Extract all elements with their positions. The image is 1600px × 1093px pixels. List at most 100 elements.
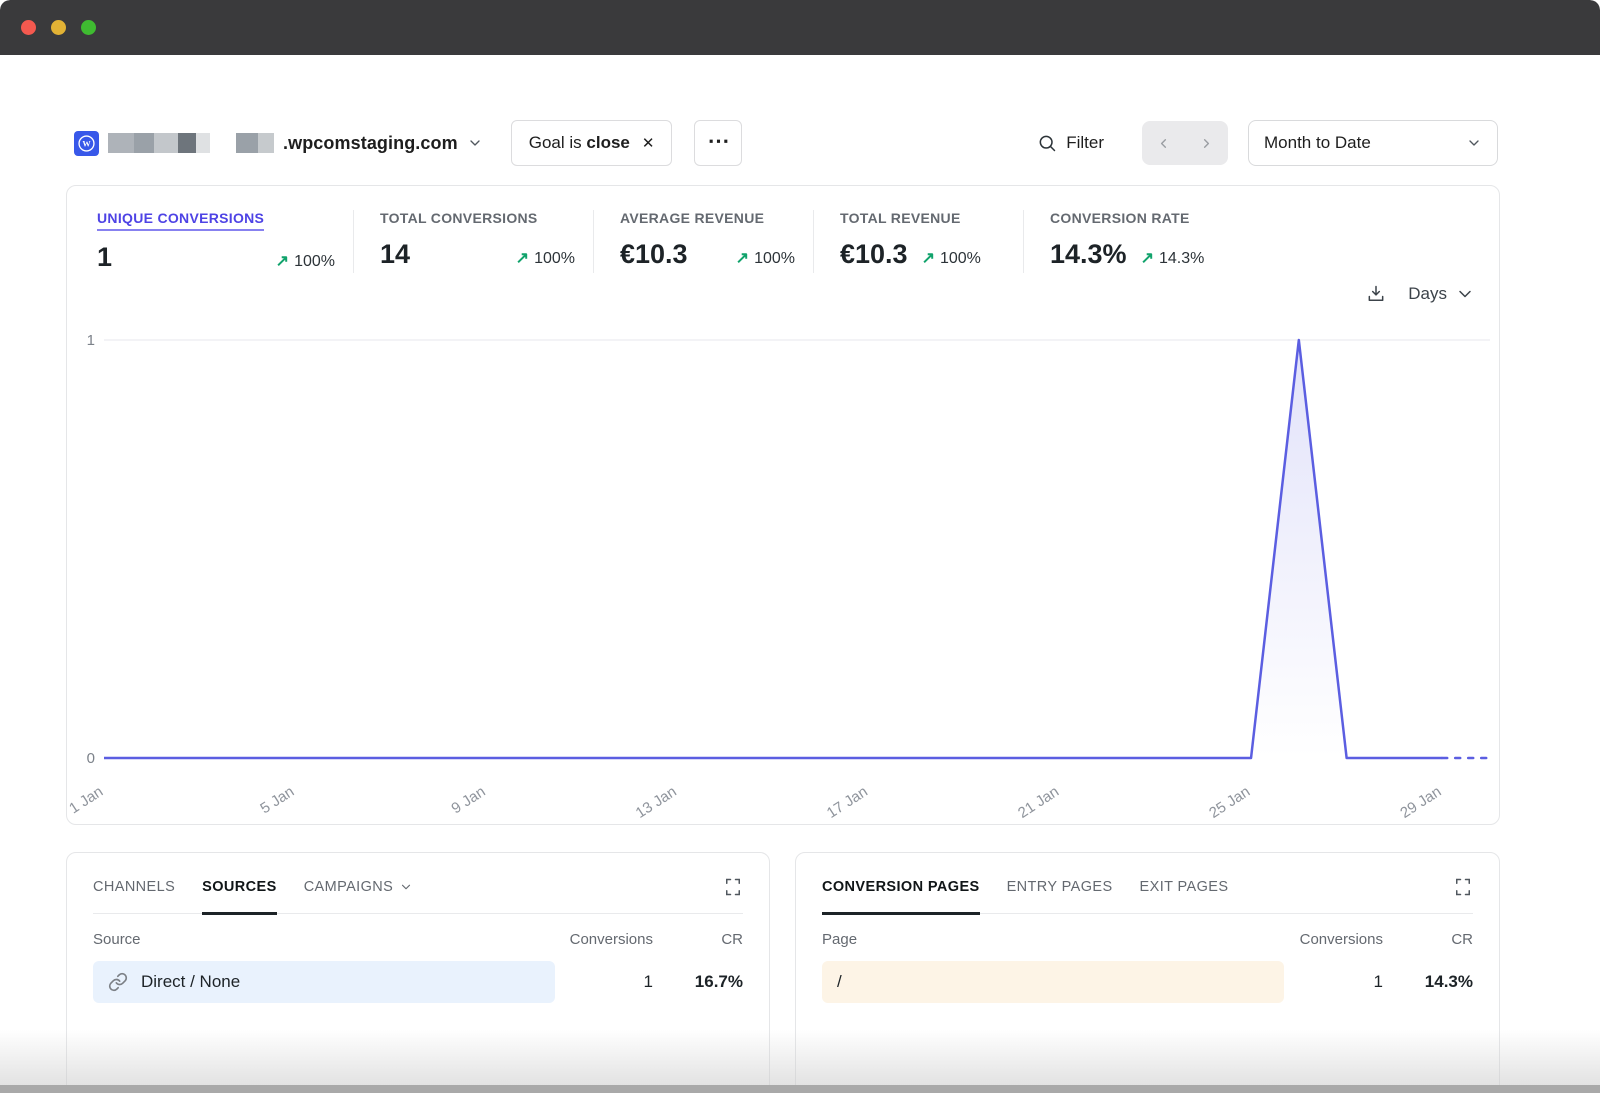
date-range-select[interactable]: Month to Date: [1248, 120, 1498, 166]
column-conversions: Conversions: [543, 931, 653, 948]
source-name: Direct / None: [93, 972, 543, 992]
svg-text:1: 1: [87, 332, 95, 349]
metric-average-revenue[interactable]: AVERAGE REVENUE €10.3 ↗100%: [593, 210, 813, 273]
tab-channels[interactable]: CHANNELS: [93, 879, 175, 915]
metric-value: 14: [380, 239, 410, 270]
window-titlebar: [0, 0, 1600, 55]
fullscreen-icon: [1453, 877, 1473, 897]
metric-label: AVERAGE REVENUE: [620, 210, 764, 226]
sources-tabs: CHANNELS SOURCES CAMPAIGNS: [93, 879, 743, 914]
granularity-value: Days: [1408, 284, 1447, 304]
link-icon: [108, 972, 128, 992]
expand-pages-button[interactable]: [1453, 877, 1473, 900]
minimize-window-button[interactable]: [51, 20, 66, 35]
svg-text:29 Jan: 29 Jan: [1397, 783, 1444, 819]
trend-up-icon: ↗: [922, 248, 935, 268]
close-window-button[interactable]: [21, 20, 36, 35]
goal-filter-chip[interactable]: Goal is close ✕: [511, 120, 673, 166]
row-conversions: 1: [1273, 972, 1383, 992]
row-cr: 16.7%: [653, 972, 743, 992]
metric-label: CONVERSION RATE: [1050, 210, 1190, 226]
column-cr: CR: [1383, 931, 1473, 948]
page-name: /: [822, 972, 1273, 992]
chevron-down-icon: [399, 880, 413, 894]
row-cr: 14.3%: [1383, 972, 1473, 992]
granularity-select[interactable]: Days: [1408, 284, 1475, 304]
conversions-card: UNIQUE CONVERSIONS 1 ↗100% TOTAL CONVERS…: [66, 185, 1500, 825]
previous-period-button[interactable]: [1142, 121, 1185, 165]
filter-button[interactable]: Filter: [1037, 133, 1104, 153]
pages-tabs: CONVERSION PAGES ENTRY PAGES EXIT PAGES: [822, 879, 1473, 914]
chevron-left-icon: [1156, 136, 1171, 151]
metric-label: UNIQUE CONVERSIONS: [97, 210, 264, 231]
macos-window: W .wpcomstaging.com Goal is close ✕ ⋯ Fi…: [0, 0, 1600, 1093]
chevron-right-icon: [1199, 136, 1214, 151]
search-icon: [1037, 133, 1057, 153]
svg-text:W: W: [82, 139, 91, 148]
metric-total-conversions[interactable]: TOTAL CONVERSIONS 14 ↗100%: [353, 210, 593, 273]
expand-sources-button[interactable]: [723, 877, 743, 900]
date-pager: [1142, 121, 1228, 165]
site-selector[interactable]: W .wpcomstaging.com: [74, 131, 483, 156]
table-row[interactable]: / 1 14.3%: [822, 961, 1473, 1003]
filter-label: Filter: [1066, 133, 1104, 153]
metric-value: €10.3: [620, 239, 688, 270]
row-conversions: 1: [543, 972, 653, 992]
chevron-down-icon: [467, 135, 483, 151]
chart-controls: Days: [1366, 284, 1475, 304]
metric-unique-conversions[interactable]: UNIQUE CONVERSIONS 1 ↗100%: [97, 210, 353, 273]
metric-change: ↗100%: [276, 251, 335, 271]
column-source: Source: [93, 931, 543, 948]
goal-filter-text: Goal is close: [529, 133, 630, 153]
svg-text:1 Jan: 1 Jan: [67, 783, 106, 817]
svg-text:21 Jan: 21 Jan: [1015, 783, 1062, 819]
sources-table-header: Source Conversions CR: [93, 931, 743, 948]
trend-up-icon: ↗: [276, 251, 289, 271]
remove-filter-icon[interactable]: ✕: [642, 136, 655, 151]
column-cr: CR: [653, 931, 743, 948]
app-content: W .wpcomstaging.com Goal is close ✕ ⋯ Fi…: [0, 55, 1600, 1093]
window-bottom-edge: [0, 1085, 1600, 1093]
svg-text:13 Jan: 13 Jan: [633, 783, 680, 819]
chevron-down-icon: [1466, 135, 1482, 151]
trend-up-icon: ↗: [736, 248, 749, 268]
metric-change: ↗100%: [922, 248, 981, 268]
metric-change: ↗14.3%: [1141, 248, 1205, 268]
metric-value: 14.3%: [1050, 239, 1127, 270]
metric-total-revenue[interactable]: TOTAL REVENUE €10.3 ↗100%: [813, 210, 1023, 273]
metric-value: 1: [97, 242, 112, 273]
tab-sources[interactable]: SOURCES: [202, 879, 277, 915]
svg-text:9 Jan: 9 Jan: [448, 783, 488, 817]
sources-card: CHANNELS SOURCES CAMPAIGNS Source Conver…: [66, 852, 770, 1093]
column-page: Page: [822, 931, 1273, 948]
svg-text:0: 0: [87, 750, 95, 767]
conversions-area-chart: 101 Jan5 Jan9 Jan13 Jan17 Jan21 Jan25 Ja…: [67, 314, 1501, 819]
redacted-site-name: [108, 133, 274, 153]
wordpress-icon: W: [74, 131, 99, 156]
tab-campaigns[interactable]: CAMPAIGNS: [304, 879, 414, 915]
site-domain: .wpcomstaging.com: [283, 133, 458, 154]
metric-change: ↗100%: [736, 248, 795, 268]
next-period-button[interactable]: [1185, 121, 1228, 165]
date-range-value: Month to Date: [1264, 133, 1371, 153]
more-options-button[interactable]: ⋯: [694, 120, 742, 166]
tab-conversion-pages[interactable]: CONVERSION PAGES: [822, 879, 980, 915]
metric-label: TOTAL REVENUE: [840, 210, 961, 226]
trend-up-icon: ↗: [1141, 248, 1154, 268]
chevron-down-icon: [1455, 284, 1475, 304]
tab-entry-pages[interactable]: ENTRY PAGES: [1007, 879, 1113, 915]
metric-label: TOTAL CONVERSIONS: [380, 210, 538, 226]
metric-tabs: UNIQUE CONVERSIONS 1 ↗100% TOTAL CONVERS…: [67, 186, 1499, 273]
metric-value: €10.3: [840, 239, 908, 270]
svg-text:5 Jan: 5 Jan: [257, 783, 297, 817]
table-row[interactable]: Direct / None 1 16.7%: [93, 961, 743, 1003]
svg-text:17 Jan: 17 Jan: [824, 783, 871, 819]
header-bar: W .wpcomstaging.com Goal is close ✕ ⋯: [74, 120, 742, 166]
column-conversions: Conversions: [1273, 931, 1383, 948]
zoom-window-button[interactable]: [81, 20, 96, 35]
fullscreen-icon: [723, 877, 743, 897]
metric-conversion-rate[interactable]: CONVERSION RATE 14.3% ↗14.3%: [1023, 210, 1283, 273]
download-icon[interactable]: [1366, 284, 1386, 304]
tab-exit-pages[interactable]: EXIT PAGES: [1140, 879, 1229, 915]
trend-up-icon: ↗: [516, 248, 529, 268]
